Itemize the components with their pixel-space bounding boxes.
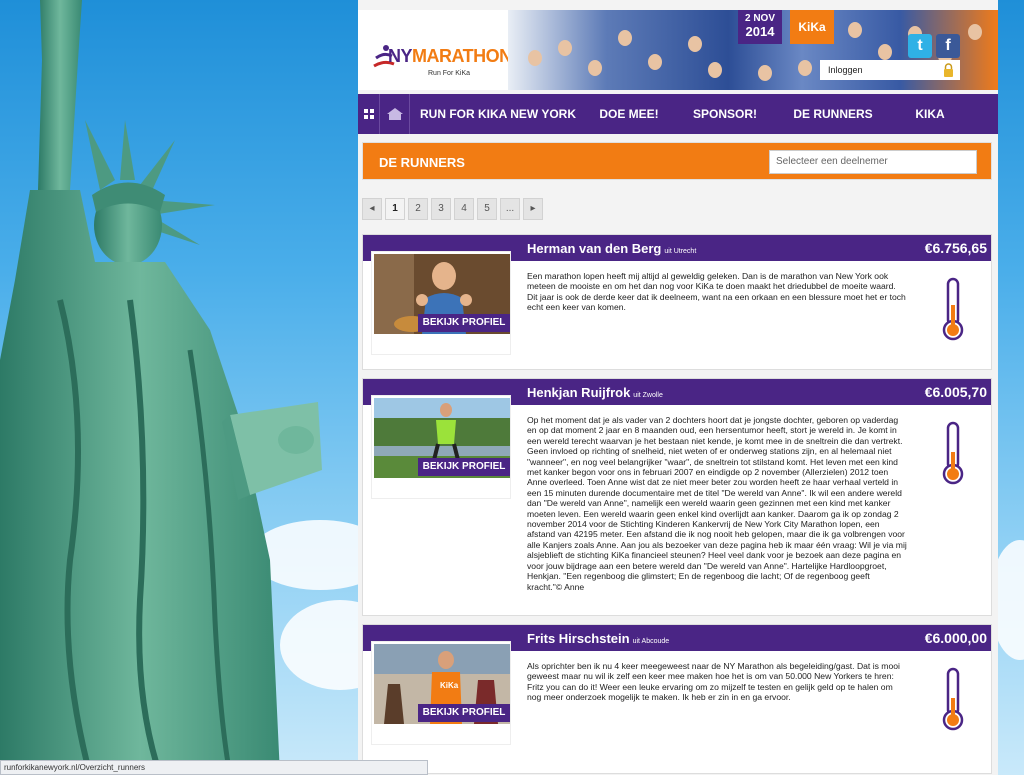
pagination-page-4[interactable]: 4 [454, 198, 474, 220]
pagination-more[interactable]: ... [500, 198, 520, 220]
thermometer-icon [942, 421, 964, 485]
status-bar-url: runforkikanewyork.nl/Overzicht_runners [0, 760, 428, 775]
thermometer-icon [942, 277, 964, 341]
kika-logo[interactable]: KiKa [790, 10, 834, 44]
pagination: ◂ 1 2 3 4 5 ... ▸ [362, 198, 543, 220]
thermometer-icon [942, 667, 964, 731]
lock-icon [944, 63, 953, 77]
face [878, 44, 892, 60]
grid-menu-button[interactable] [358, 94, 380, 134]
face [528, 50, 542, 66]
face [648, 54, 662, 70]
runner-city: uit Utrecht [664, 248, 697, 255]
home-button[interactable] [380, 94, 410, 134]
runner-amount: €6.000,00 [924, 630, 987, 646]
pagination-next-button[interactable]: ▸ [523, 198, 543, 220]
logo-marathon-text: MARATHON [412, 46, 512, 66]
face [708, 62, 722, 78]
section-title: DE RUNNERS [379, 155, 465, 170]
face [618, 30, 632, 46]
face [798, 60, 812, 76]
header-banner: NYMARATHON Run For KiKa 2 NOV 2014 KiKa … [358, 10, 998, 90]
pagination-page-3[interactable]: 3 [431, 198, 451, 220]
participant-select[interactable]: Selecteer een deelnemer [769, 150, 977, 174]
grid-icon [363, 109, 374, 119]
nav-item-doe-mee[interactable]: DOE MEE! [586, 107, 672, 121]
facebook-icon[interactable]: f [936, 34, 960, 58]
pagination-page-1[interactable]: 1 [385, 198, 405, 220]
login-label: Inloggen [828, 65, 863, 75]
view-profile-button[interactable]: BEKIJK PROFIEL [418, 314, 510, 332]
event-date-badge: 2 NOV 2014 [738, 10, 782, 44]
runner-description: Als oprichter ben ik nu 4 keer meegewees… [527, 661, 900, 703]
event-date-year: 2014 [745, 24, 775, 39]
section-header: DE RUNNERS Selecteer een deelnemer [362, 142, 992, 180]
runners-overview: DE RUNNERS Selecteer een deelnemer ◂ 1 2… [360, 140, 994, 775]
ny-marathon-logo[interactable]: NYMARATHON Run For KiKa [370, 38, 512, 86]
pagination-page-2[interactable]: 2 [408, 198, 428, 220]
event-date-day: 2 NOV [744, 13, 775, 24]
face [758, 65, 772, 81]
runner-photo-card[interactable]: BEKIJK PROFIEL [371, 395, 511, 499]
nav-item-kika[interactable]: KIKA [888, 107, 972, 121]
twitter-icon[interactable]: t [908, 34, 932, 58]
pagination-page-5[interactable]: 5 [477, 198, 497, 220]
runner-name[interactable]: Henkjan Ruijfrok [527, 385, 630, 400]
runner-description: Een marathon lopen heeft mij altijd al g… [527, 271, 906, 313]
runner-city: uit Abcoude [632, 638, 670, 645]
face [848, 22, 862, 38]
logo-ny-text: NY [388, 46, 413, 66]
view-profile-button[interactable]: BEKIJK PROFIEL [418, 704, 510, 722]
face [558, 40, 572, 56]
face [588, 60, 602, 76]
runner-description: Op het moment dat je als vader van 2 doc… [527, 415, 907, 592]
runner-card: Henkjan Ruijfrok uit Zwolle €6.005,70 BEK… [362, 378, 992, 616]
nav-item-de-runners[interactable]: DE RUNNERS [778, 107, 888, 121]
runner-photo-card[interactable]: KiKa BEKIJK PROFIEL [371, 641, 511, 745]
logo-subtitle: Run For KiKa [428, 70, 471, 77]
view-profile-button[interactable]: BEKIJK PROFIEL [418, 458, 510, 476]
website-page: NYMARATHON Run For KiKa 2 NOV 2014 KiKa … [358, 0, 998, 775]
svg-text:KiKa: KiKa [440, 681, 459, 690]
runner-amount: €6.756,65 [924, 240, 987, 256]
login-button[interactable]: Inloggen [820, 60, 960, 80]
pagination-prev-button[interactable]: ◂ [362, 198, 382, 220]
runner-name[interactable]: Frits Hirschstein [527, 631, 630, 646]
home-icon [386, 108, 403, 120]
main-navigation: RUN FOR KIKA NEW YORK DOE MEE! SPONSOR! … [358, 94, 998, 134]
face [688, 36, 702, 52]
runner-card: Herman van den Berg uit Utrecht €6.756,65… [362, 234, 992, 370]
runner-photo-card[interactable]: BEKIJK PROFIEL [371, 251, 511, 355]
runner-name[interactable]: Herman van den Berg [527, 241, 661, 256]
face [968, 24, 982, 40]
runner-city: uit Zwolle [633, 392, 663, 399]
runner-card: Frits Hirschstein uit Abcoude €6.000,00 K… [362, 624, 992, 774]
statue-of-liberty-image [0, 0, 322, 775]
nav-item-run-for-kika[interactable]: RUN FOR KIKA NEW YORK [410, 107, 586, 121]
runner-amount: €6.005,70 [924, 384, 987, 400]
nav-item-sponsor[interactable]: SPONSOR! [672, 107, 778, 121]
